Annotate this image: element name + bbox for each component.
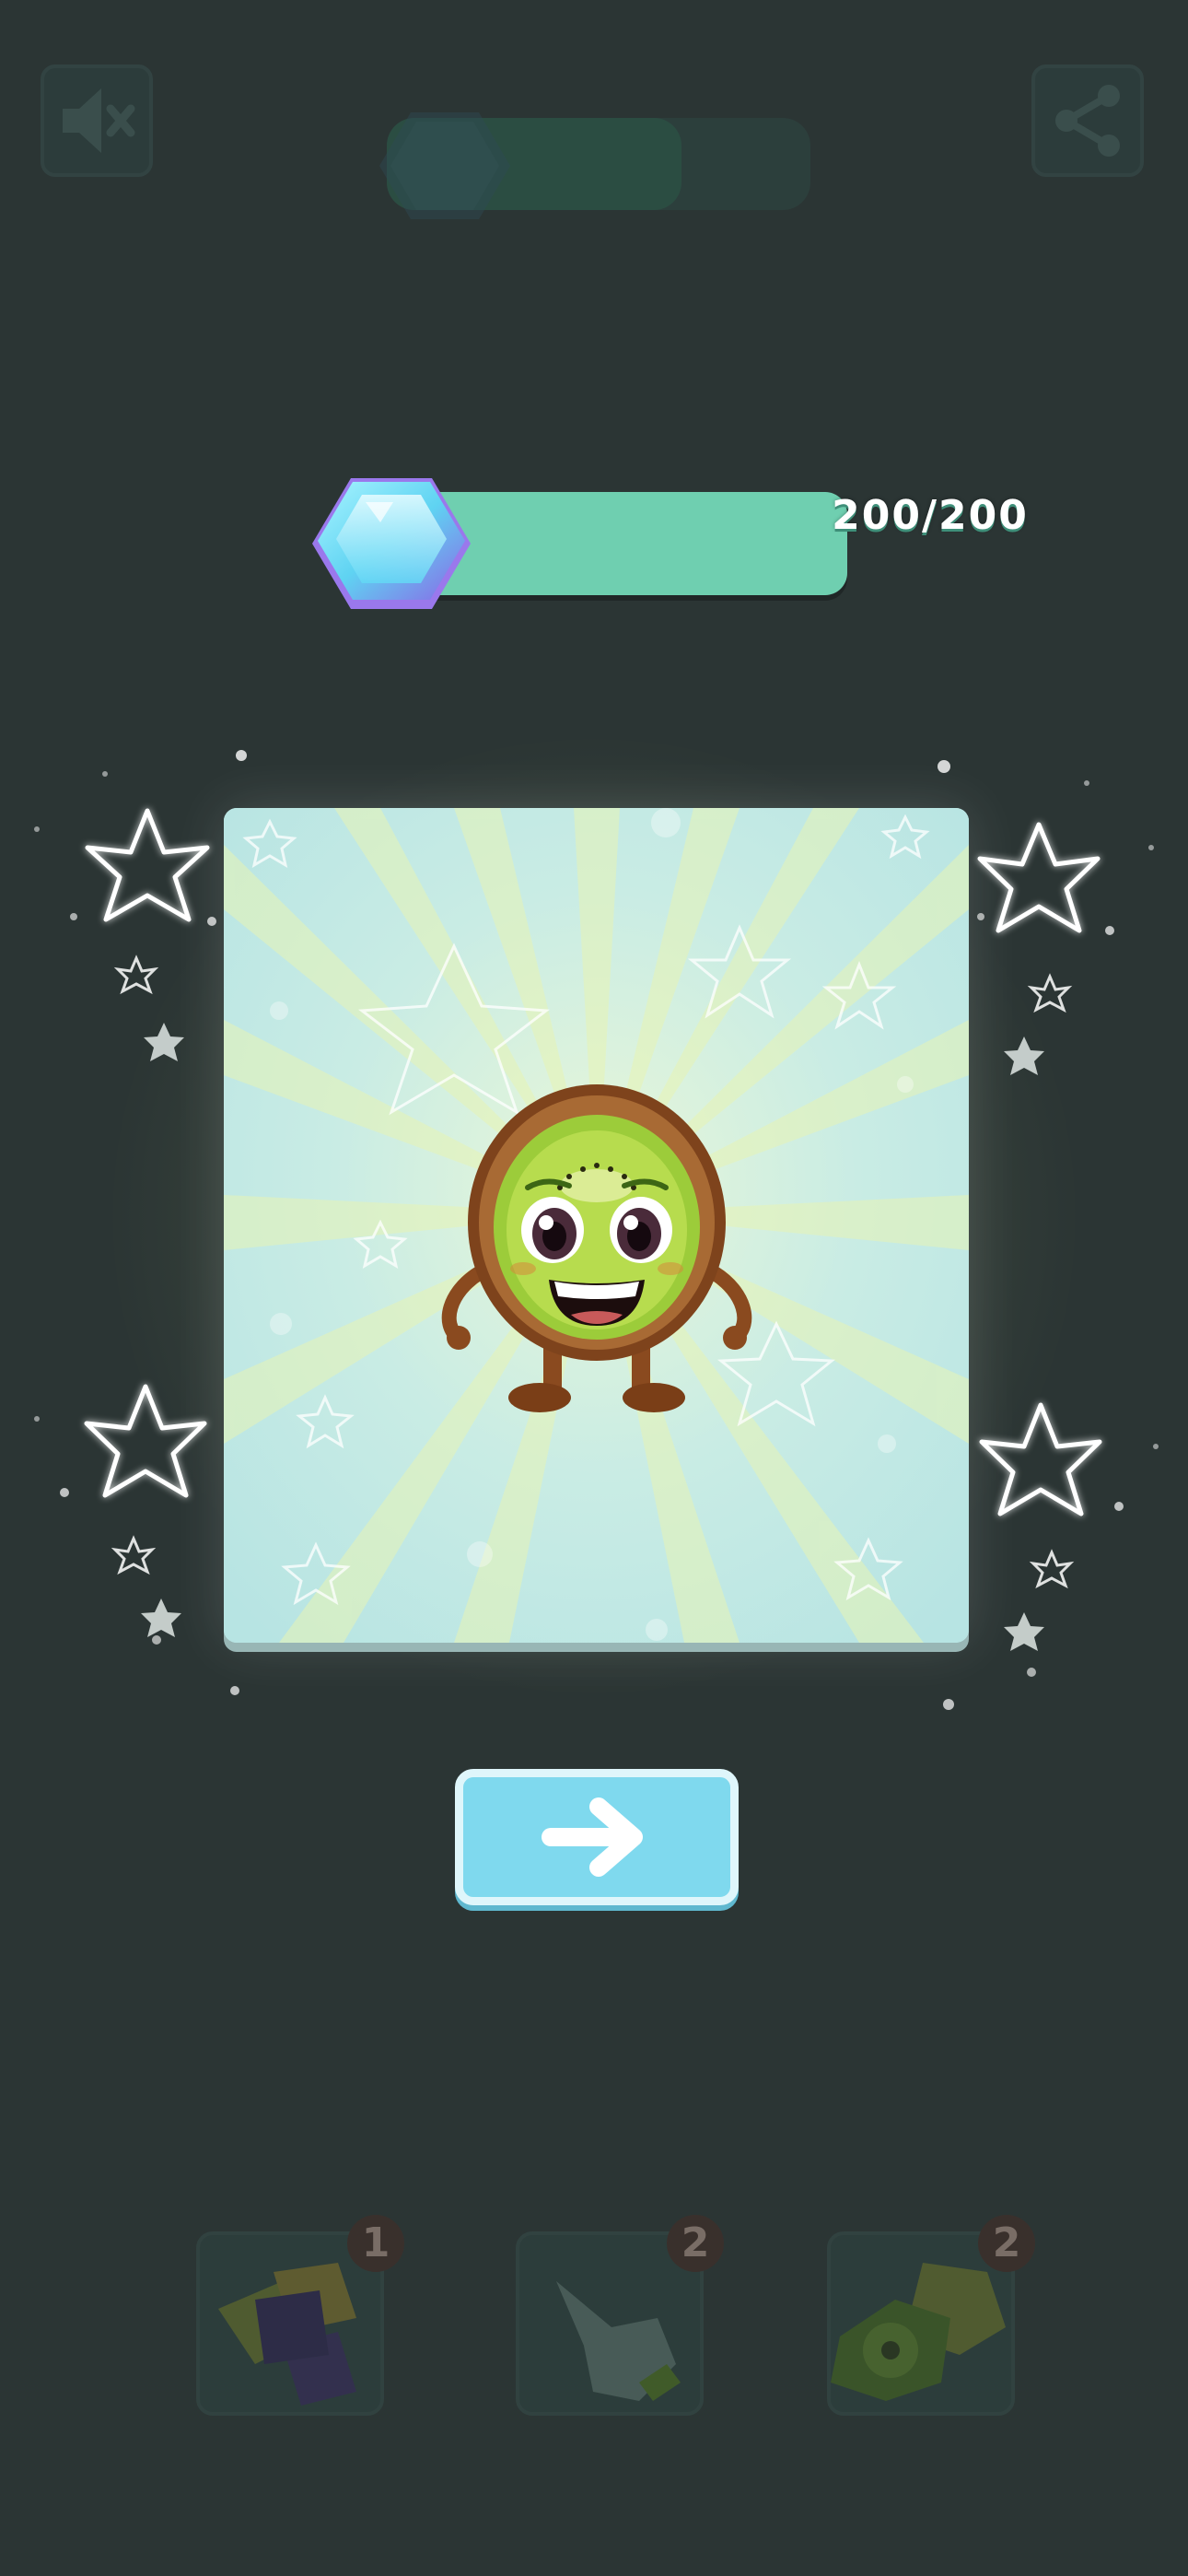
share-button[interactable] <box>1031 64 1144 177</box>
blocks-icon <box>218 2263 356 2406</box>
mute-button[interactable] <box>41 64 153 177</box>
booster-blocks[interactable]: 1 <box>196 2215 404 2416</box>
share-icon <box>1055 85 1120 157</box>
booster-count-badge: 2 <box>667 2215 724 2272</box>
progress-label: 200/200 <box>832 492 1029 539</box>
hud-gem-icon <box>379 112 510 219</box>
hand-pointer-icon <box>556 2281 681 2401</box>
booster-count-badge: 1 <box>347 2215 404 2272</box>
booster-count-badge: 2 <box>978 2215 1035 2272</box>
booster-hand[interactable]: 2 <box>516 2215 724 2416</box>
arrow-right-icon <box>542 1797 643 1877</box>
speaker-mute-icon <box>63 88 135 153</box>
next-button[interactable] <box>455 1769 739 1905</box>
hexagon-gem-icon <box>312 478 471 609</box>
reward-card <box>224 808 969 1643</box>
kiwi-character <box>441 1084 752 1412</box>
booster-kiwi[interactable]: 2 <box>827 2215 1035 2416</box>
